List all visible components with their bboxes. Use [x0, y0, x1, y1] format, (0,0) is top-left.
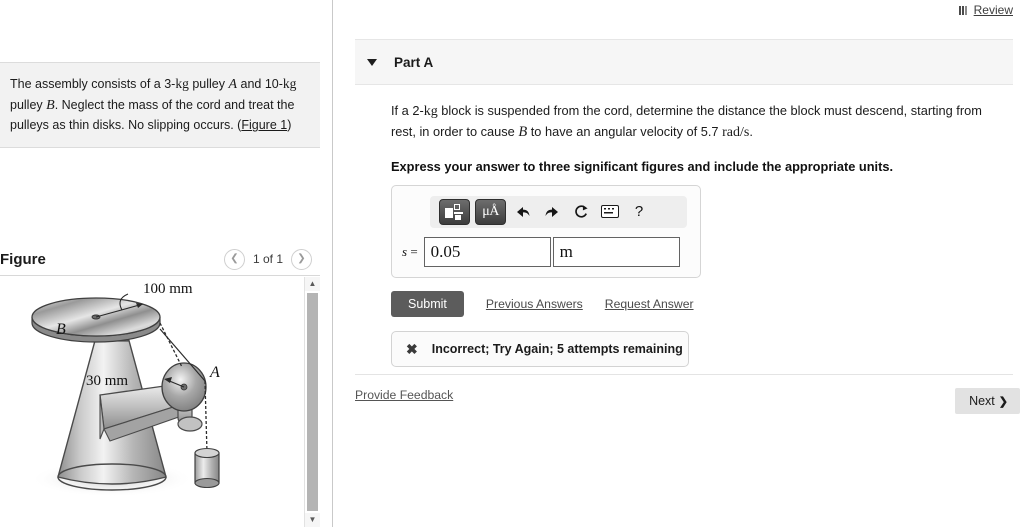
cord-b-to-a	[159, 322, 183, 368]
statement-text-6: )	[287, 118, 292, 133]
answer-value-input[interactable]	[423, 236, 551, 267]
caret-down-icon[interactable]	[367, 58, 377, 66]
problem-statement-text: The assembly consists of a 3-kg pulley A…	[10, 74, 306, 135]
answer-input-row: s =	[400, 236, 692, 267]
bar-chart-icon	[958, 5, 969, 15]
statement-text-4: pulley	[10, 97, 47, 112]
answer-actions: Submit Previous Answers Request Answer	[391, 290, 1005, 317]
prompt-unit-kg: kg	[423, 104, 438, 119]
triangle-up-icon[interactable]: ▲	[305, 277, 320, 291]
provide-feedback-link[interactable]: Provide Feedback	[355, 388, 453, 402]
axle-cap	[177, 416, 203, 432]
footer-divider	[355, 374, 1013, 375]
figure-pager: ❮ 1 of 1 ❯	[224, 248, 312, 270]
part-a-body: If a 2-kg block is suspended from the co…	[355, 85, 1013, 367]
statement-text-2: pulley	[188, 77, 229, 91]
figure-scrollbar-thumb[interactable]	[307, 293, 318, 511]
page-root: The assembly consists of a 3-kg pulley A…	[0, 0, 1024, 527]
keyboard-icon[interactable]	[598, 200, 622, 224]
math-template-icon[interactable]	[439, 198, 470, 225]
hanging-block-top	[194, 447, 220, 459]
question-prompt: If a 2-kg block is suspended from the co…	[391, 101, 1005, 144]
figure-page-label: 1 of 1	[252, 252, 284, 266]
answer-instruction: Express your answer to three significant…	[391, 158, 894, 174]
chevron-right-icon[interactable]: ❯	[291, 248, 312, 270]
next-button-label: Next	[969, 394, 995, 408]
units-icon-label: μÅ	[482, 203, 499, 219]
dimension-label-30mm: 30 mm	[86, 373, 128, 389]
request-answer-link[interactable]: Request Answer	[605, 297, 694, 311]
prompt-text-3: to have an angular velocity of 5.7	[527, 124, 723, 139]
prompt-var-b: B	[518, 124, 528, 140]
figure-viewport: 100 mm B A 30 mm ▲ ▼	[0, 277, 320, 527]
hanging-block-bottom	[194, 477, 220, 489]
prompt-text-1: If a 2-	[391, 103, 424, 118]
figure-panel-header: Figure ❮ 1 of 1 ❯	[0, 243, 320, 276]
chevron-left-icon[interactable]: ❮	[224, 248, 245, 270]
incorrect-alert: ✖ Incorrect; Try Again; 5 attempts remai…	[391, 330, 689, 367]
part-a-title: Part A	[394, 54, 434, 70]
reset-circular-arrow-icon[interactable]	[569, 200, 593, 224]
statement-unit-kg-1: kg	[175, 76, 189, 91]
problem-statement-box: The assembly consists of a 3-kg pulley A…	[0, 62, 320, 148]
main-content: Review Part A If a 2-kg block is suspend…	[333, 0, 1024, 527]
answer-variable-label: s =	[402, 243, 418, 259]
prompt-text-4: .	[749, 124, 753, 139]
dimension-label-100mm: 100 mm	[143, 281, 193, 297]
figure-1-link[interactable]: Figure 1	[241, 118, 287, 132]
part-a-header[interactable]: Part A	[355, 39, 1013, 85]
previous-answers-link[interactable]: Previous Answers	[486, 297, 583, 311]
problem-sidebar: The assembly consists of a 3-kg pulley A…	[0, 0, 333, 527]
alert-message: Incorrect; Try Again; 5 attempts remaini…	[431, 341, 683, 356]
chevron-right-icon: ❯	[998, 395, 1008, 408]
pulley-assembly-diagram: 100 mm B A 30 mm	[30, 281, 220, 497]
micro-angstrom-units-icon[interactable]: μÅ	[475, 198, 506, 225]
statement-text-3: and 10-	[237, 77, 283, 91]
question-mark-icon[interactable]: ?	[627, 200, 651, 224]
disk-b-label: B	[56, 321, 66, 338]
submit-button[interactable]: Submit	[391, 290, 464, 317]
math-toolbar: μÅ ?	[430, 195, 687, 228]
next-button[interactable]: Next ❯	[955, 388, 1020, 414]
statement-text-1: The assembly consists of a 3-	[10, 77, 176, 91]
figure-scrollbar[interactable]: ▲ ▼	[304, 277, 320, 527]
pulley-a-label: A	[209, 364, 220, 381]
x-mark-icon: ✖	[406, 340, 418, 357]
help-glyph: ?	[634, 203, 644, 221]
statement-var-b: B	[46, 97, 55, 113]
review-row: Review	[958, 0, 1013, 20]
redo-arrow-icon[interactable]	[540, 200, 564, 224]
review-link[interactable]: Review	[974, 3, 1013, 17]
part-a-panel: Part A If a 2-kg block is suspended from…	[355, 39, 1013, 367]
figure-panel-title: Figure	[0, 250, 46, 268]
statement-var-a: A	[228, 77, 238, 92]
statement-unit-kg-2: kg	[282, 76, 297, 91]
triangle-down-icon[interactable]: ▼	[305, 513, 320, 527]
undo-arrow-icon[interactable]	[511, 200, 535, 224]
answer-units-input[interactable]	[552, 236, 680, 267]
answer-widget: μÅ ? s = 0.05 m	[391, 184, 701, 278]
prompt-units-rads: rad/s	[722, 125, 750, 140]
